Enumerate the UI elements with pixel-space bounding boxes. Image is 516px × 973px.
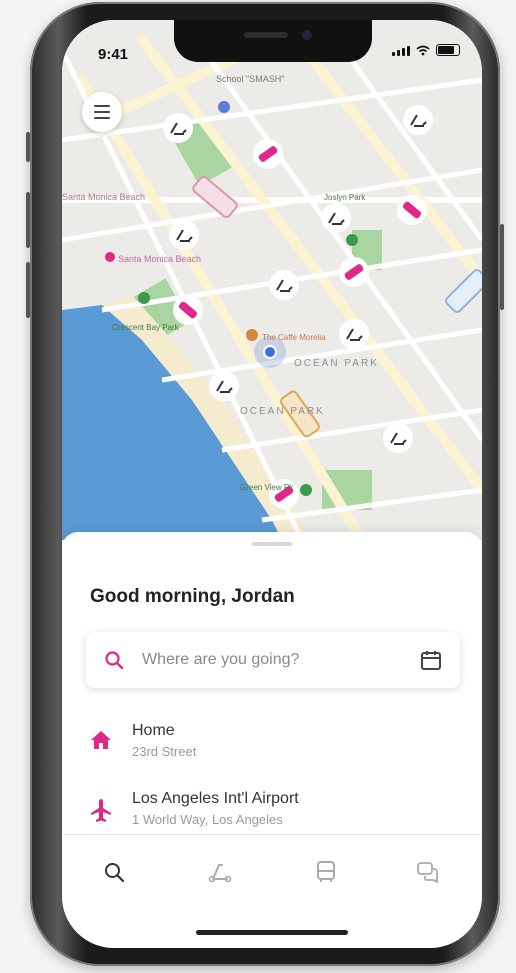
map-label: Santa Monica Beach: [118, 254, 201, 264]
battery-icon: [436, 44, 460, 56]
map-label: The Caffe Morelia: [262, 333, 326, 342]
tab-bar: [62, 852, 482, 902]
phone-screen: School "SMASH" Santa Monica Beach Santa …: [62, 20, 482, 948]
map-label: Santa Monica Beach: [62, 192, 145, 202]
tab-scooter[interactable]: [200, 852, 240, 892]
place-subtitle: 1 World Way, Los Angeles: [132, 812, 283, 827]
hamburger-menu-button[interactable]: [82, 92, 122, 132]
power-button: [500, 224, 504, 310]
bus-icon: [317, 861, 335, 882]
map-label: Green View Pk: [240, 483, 294, 492]
tab-messages[interactable]: [408, 852, 448, 892]
calendar-icon[interactable]: [420, 649, 442, 676]
search-placeholder[interactable]: Where are you going?: [142, 651, 299, 669]
bottom-sheet: Good morning, Jordan Where are you going…: [62, 532, 482, 948]
sheet-handle[interactable]: [252, 542, 292, 546]
greeting-text: Good morning, Jordan: [90, 586, 295, 607]
cellular-signal-icon: [392, 46, 410, 56]
search-icon: [104, 650, 124, 675]
wifi-icon: [416, 45, 430, 56]
map-label: School "SMASH": [216, 74, 284, 84]
map-label: Joslyn Park: [324, 193, 366, 202]
map-view[interactable]: School "SMASH" Santa Monica Beach Santa …: [62, 20, 482, 545]
mute-switch: [26, 132, 30, 162]
place-name: Los Angeles Int'l Airport: [132, 790, 299, 807]
status-time: 9:41: [98, 46, 129, 63]
chat-icon: [417, 862, 438, 883]
tab-search[interactable]: [94, 852, 134, 892]
airplane-icon: [90, 798, 112, 829]
place-name: Home: [132, 722, 175, 739]
volume-up-button: [26, 192, 30, 248]
notch: [174, 20, 372, 62]
map-label: OCEAN PARK: [294, 358, 379, 369]
tabbar-divider: [62, 834, 482, 835]
place-subtitle: 23rd Street: [132, 744, 197, 759]
map-label: Crescent Bay Park: [112, 323, 180, 332]
map-label: OCEAN PARK: [240, 406, 325, 417]
status-icons: [392, 44, 460, 56]
destination-search-bar[interactable]: Where are you going?: [86, 632, 460, 688]
map-canvas: School "SMASH" Santa Monica Beach Santa …: [62, 20, 482, 545]
search-icon: [105, 863, 125, 883]
home-icon: [90, 730, 112, 755]
volume-down-button: [26, 262, 30, 318]
scooter-icon: [208, 864, 232, 883]
home-indicator[interactable]: [196, 930, 348, 935]
tab-transit[interactable]: [306, 852, 346, 892]
